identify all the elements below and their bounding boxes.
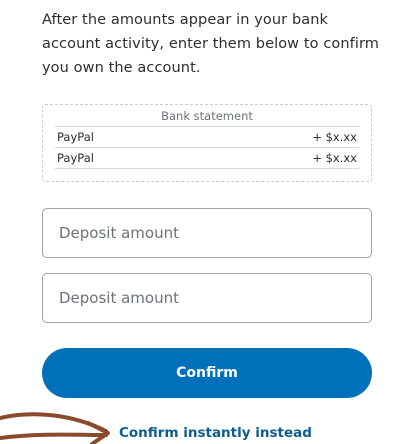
bank-statement-box: Bank statement PayPal + $x.xx PayPal + $… bbox=[42, 104, 372, 182]
hand-drawn-arrow-icon bbox=[0, 412, 110, 444]
instructions-text: After the amounts appear in your bank ac… bbox=[42, 12, 380, 76]
bank-statement-title: Bank statement bbox=[161, 109, 253, 123]
confirm-instantly-link[interactable]: Confirm instantly instead bbox=[119, 425, 312, 441]
statement-row-amount: + $x.xx bbox=[312, 130, 357, 144]
bank-statement-rows: PayPal + $x.xx PayPal + $x.xx bbox=[55, 126, 359, 169]
statement-row-name: PayPal bbox=[57, 130, 94, 144]
confirm-button[interactable]: Confirm bbox=[42, 348, 372, 398]
statement-row: PayPal + $x.xx bbox=[55, 127, 359, 148]
deposit-amount-field-1[interactable] bbox=[42, 208, 372, 258]
statement-row: PayPal + $x.xx bbox=[55, 148, 359, 169]
statement-row-amount: + $x.xx bbox=[312, 151, 357, 165]
deposit-amount-field-2[interactable] bbox=[42, 273, 372, 323]
statement-row-name: PayPal bbox=[57, 151, 94, 165]
